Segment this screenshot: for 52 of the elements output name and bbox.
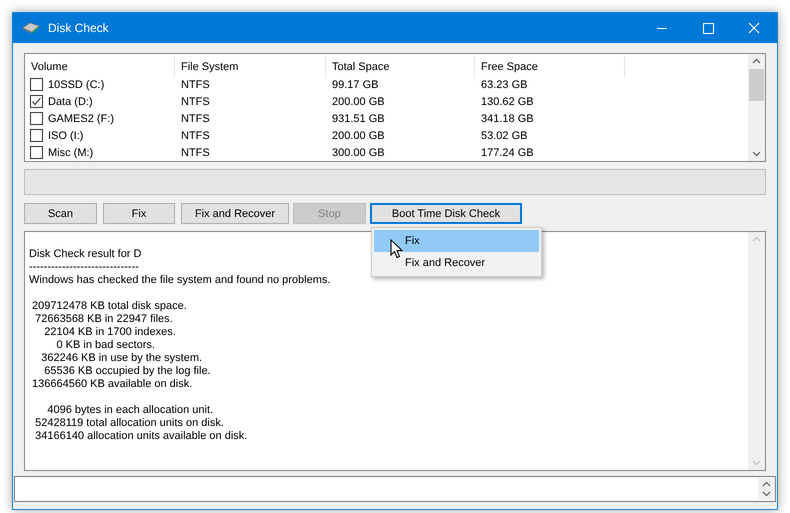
- checkbox[interactable]: [30, 78, 43, 91]
- table-cell: GAMES2 (F:): [48, 112, 114, 124]
- table-cell: 931.51 GB: [332, 112, 385, 124]
- table-cell: NTFS: [181, 78, 210, 90]
- table-cell: 200.00 GB: [332, 96, 385, 108]
- table-cell: 99.17 GB: [332, 78, 378, 90]
- checkbox[interactable]: [30, 146, 43, 159]
- table-cell: NTFS: [181, 146, 210, 158]
- log-line: 209712478 KB total disk space.: [31, 300, 187, 313]
- log-line: 0 KB in bad sectors.: [56, 339, 155, 352]
- scrollbar[interactable]: [748, 54, 765, 161]
- table-cell: 300.00 GB: [332, 146, 385, 158]
- action-button[interactable]: Boot Time Disk Check: [370, 203, 522, 224]
- table-cell: 63.23 GB: [481, 78, 528, 90]
- command-field[interactable]: [14, 476, 776, 502]
- column-header[interactable]: File System: [175, 56, 326, 78]
- cursor-icon: [390, 239, 403, 259]
- log-line: 52428119 total allocation units on disk.: [34, 417, 224, 430]
- checkbox[interactable]: [30, 112, 43, 125]
- log-line: ------------------------------: [29, 261, 139, 274]
- log-line: Windows has checked the file system and found no problems.: [29, 274, 330, 287]
- column-header[interactable]: Total Space: [326, 56, 475, 78]
- checkbox[interactable]: [30, 129, 43, 142]
- log-line: 34166140 allocation units available on disk.: [34, 430, 248, 443]
- action-button[interactable]: Scan: [24, 203, 97, 224]
- action-button[interactable]: Fix and Recover: [181, 203, 289, 224]
- log-line: 4096 bytes in each allocation unit.: [46, 404, 214, 417]
- log-line: 65536 KB occupied by the log file.: [43, 365, 211, 378]
- log-line: 22104 KB in 1700 indexes.: [43, 326, 176, 339]
- table-cell: 130.62 GB: [481, 96, 534, 108]
- spin-icon[interactable]: [758, 478, 775, 500]
- checkbox[interactable]: [30, 95, 43, 108]
- action-button[interactable]: Fix: [103, 203, 175, 224]
- table-cell: 53.02 GB: [481, 130, 528, 142]
- table-cell: ISO (I:): [48, 130, 84, 142]
- table-cell: 200.00 GB: [332, 130, 385, 142]
- table-cell: NTFS: [181, 112, 210, 124]
- table-cell: NTFS: [181, 130, 210, 142]
- table-cell: NTFS: [181, 96, 210, 108]
- log-line: 362246 KB in use by the system.: [40, 352, 202, 365]
- column-header[interactable]: Free Space: [475, 56, 625, 78]
- log-line: 136664560 KB available on disk.: [31, 378, 192, 391]
- menu-item[interactable]: Fix: [374, 230, 539, 252]
- log-line: 72663568 KB in 22947 files.: [34, 313, 173, 326]
- table-cell: 10SSD (C:): [48, 78, 104, 90]
- table-cell: 341.18 GB: [481, 112, 534, 124]
- menu-item[interactable]: Fix and Recover: [374, 252, 539, 274]
- log-line: Disk Check result for D: [29, 248, 142, 261]
- window-title: Disk Check: [48, 21, 110, 35]
- table-cell: 177.24 GB: [481, 146, 534, 158]
- table-cell: Data (D:): [48, 96, 93, 108]
- table-cell: Misc (M:): [48, 146, 94, 158]
